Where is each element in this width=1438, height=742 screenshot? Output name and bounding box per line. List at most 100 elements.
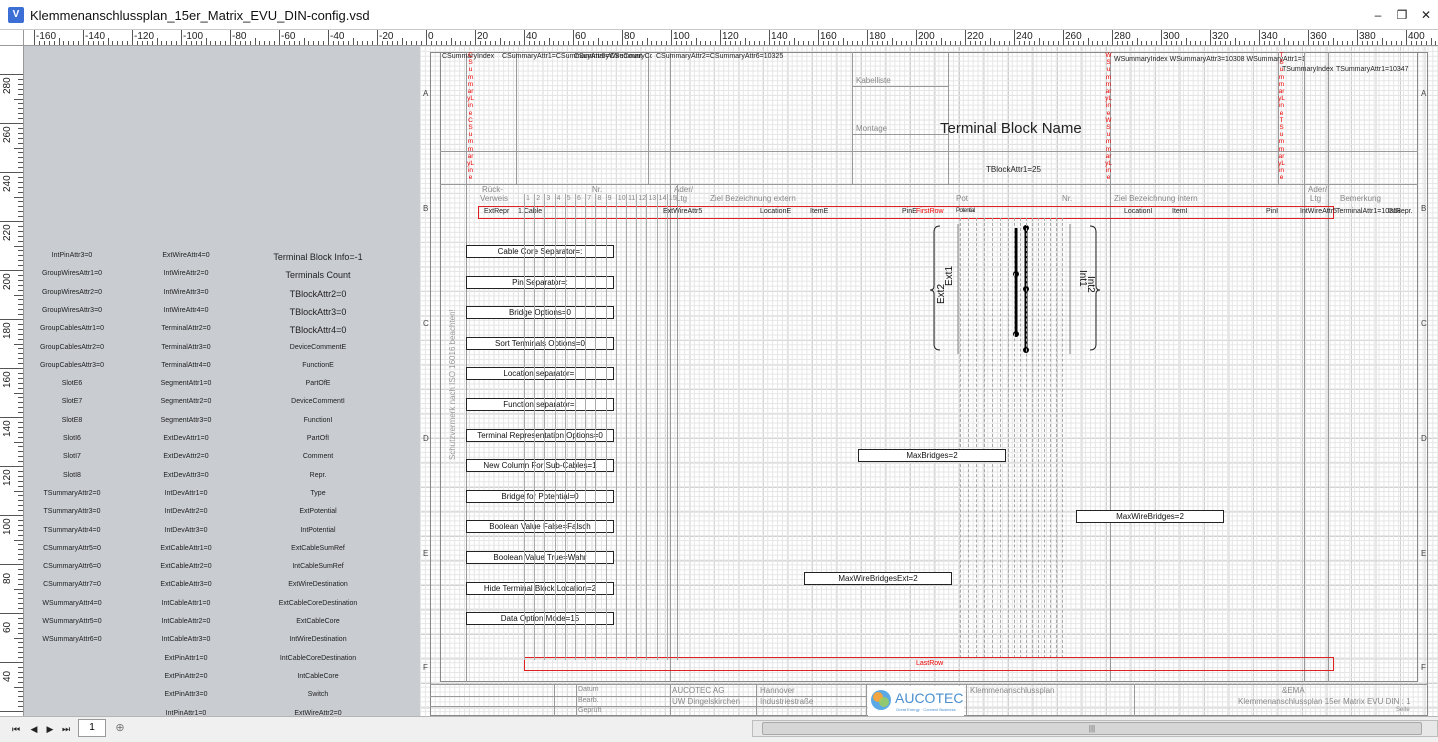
pasteboard-attr-mid-0[interactable]: ExtWireAttr4=0	[162, 252, 209, 259]
pasteboard-attr-left-8[interactable]: SlotE7	[62, 398, 83, 405]
pasteboard-attr-mid-14[interactable]: IntDevAttr2=0	[165, 508, 208, 515]
pasteboard-attr-mid-11[interactable]: ExtDevAttr2=0	[163, 453, 208, 460]
pasteboard-attr-mid-8[interactable]: SegmentAttr2=0	[161, 398, 212, 405]
pasteboard-attr-left-5[interactable]: GroupCablesAttr2=0	[40, 344, 104, 351]
pasteboard-attr-right-6[interactable]: FunctionE	[302, 362, 334, 369]
maximize-button[interactable]: ❐	[1390, 0, 1414, 30]
visio-app-icon[interactable]: V	[8, 7, 24, 23]
pasteboard-attr-mid-18[interactable]: ExtCableAttr3=0	[160, 581, 211, 588]
vertical-ruler[interactable]: 28026024022020018016014012010080604020	[0, 46, 24, 716]
option-box-3[interactable]: Sort Terminals Options=0	[466, 336, 614, 350]
pasteboard-attr-mid-12[interactable]: ExtDevAttr3=0	[163, 472, 208, 479]
pasteboard-attr-right-3[interactable]: TBlockAttr3=0	[290, 307, 347, 317]
pasteboard-attr-mid-21[interactable]: IntCableAttr3=0	[162, 636, 211, 643]
pasteboard-attr-right-9[interactable]: FunctionI	[304, 417, 333, 424]
pasteboard-attr-left-7[interactable]: SlotE6	[62, 380, 83, 387]
option-box-0[interactable]: Cable Core Separator=:	[466, 245, 614, 258]
pasteboard-attr-right-18[interactable]: ExtWireDestination	[288, 581, 348, 588]
pasteboard-attr-right-8[interactable]: DeviceCommentI	[291, 398, 345, 405]
pasteboard-attr-mid-23[interactable]: ExtPinAttr2=0	[165, 673, 208, 680]
close-button[interactable]: ✕	[1414, 0, 1438, 30]
pasteboard-attr-right-22[interactable]: IntCableCoreDestination	[280, 655, 356, 662]
pasteboard-attr-left-3[interactable]: GroupWiresAttr3=0	[42, 307, 102, 314]
pasteboard-attr-left-21[interactable]: WSummaryAttr6=0	[42, 636, 101, 643]
drawing-page[interactable]: A B C D E F A B C D E F CSummaryIndex CS…	[420, 46, 1438, 716]
pasteboard-attr-right-5[interactable]: DeviceCommentE	[290, 344, 346, 351]
pasteboard-attr-left-0[interactable]: IntPinAttr3=0	[52, 252, 93, 259]
pasteboard-attr-right-0[interactable]: Terminal Block Info=-1	[273, 252, 362, 262]
pasteboard-attr-right-21[interactable]: IntWireDestination	[289, 636, 346, 643]
pasteboard-attr-mid-3[interactable]: IntWireAttr4=0	[164, 307, 209, 314]
option-box-11[interactable]: Hide Terminal Block Location=2	[466, 581, 614, 595]
option-box-1[interactable]: Pin Separator=:	[466, 275, 614, 289]
pasteboard-attr-right-13[interactable]: Type	[310, 490, 325, 497]
last-page-icon[interactable]: ⏭	[60, 723, 72, 735]
option-box-7[interactable]: New Column For Sub-Cables=1	[466, 459, 614, 473]
page-tab-1[interactable]: 1	[78, 719, 106, 737]
pasteboard-attr-left-6[interactable]: GroupCablesAttr3=0	[40, 362, 104, 369]
pasteboard-attr-right-24[interactable]: Switch	[308, 691, 329, 698]
pasteboard-attr-right-10[interactable]: PartOfI	[307, 435, 329, 442]
pasteboard-attr-mid-6[interactable]: TerminalAttr4=0	[161, 362, 210, 369]
pasteboard-attr-mid-15[interactable]: IntDevAttr3=0	[165, 527, 208, 534]
pasteboard-attr-mid-5[interactable]: TerminalAttr3=0	[161, 344, 210, 351]
pasteboard-attr-mid-10[interactable]: ExtDevAttr1=0	[163, 435, 208, 442]
pasteboard-attr-right-2[interactable]: TBlockAttr2=0	[290, 289, 347, 299]
pasteboard-attr-left-18[interactable]: CSummaryAttr7=0	[43, 581, 101, 588]
pasteboard-attr-right-23[interactable]: IntCableCore	[297, 673, 338, 680]
horizontal-ruler[interactable]: -160 -140 -120 -100 -80 -60 -40 -20 0 20 40 60 80 100…	[24, 30, 1438, 46]
pasteboard-attr-right-12[interactable]: Repr.	[310, 472, 327, 479]
pasteboard-attr-left-16[interactable]: CSummaryAttr5=0	[43, 545, 101, 552]
pasteboard-attr-mid-20[interactable]: IntCableAttr2=0	[162, 618, 211, 625]
pasteboard-attr-left-20[interactable]: WSummaryAttr5=0	[42, 618, 101, 625]
option-box-8[interactable]: Bridge for Potential=0	[466, 489, 614, 503]
pasteboard-attr-left-13[interactable]: TSummaryAttr2=0	[44, 490, 101, 497]
prev-page-icon[interactable]: ◀	[28, 723, 40, 735]
insert-page-icon[interactable]: ⊕	[112, 721, 128, 735]
drawing-canvas[interactable]: IntPinAttr3=0 GroupWiresAttr1=0 GroupWires…	[24, 46, 1438, 716]
pasteboard-attr-mid-13[interactable]: IntDevAttr1=0	[165, 490, 208, 497]
pasteboard-attr-left-11[interactable]: SlotI7	[63, 453, 81, 460]
pasteboard-attr-right-4[interactable]: TBlockAttr4=0	[290, 325, 347, 335]
horizontal-scrollbar[interactable]: |||	[752, 720, 1438, 737]
pasteboard-attr-right-19[interactable]: ExtCableCoreDestination	[279, 600, 358, 607]
scrollbar-thumb[interactable]: |||	[762, 722, 1422, 735]
pasteboard-attr-mid-16[interactable]: ExtCableAttr1=0	[160, 545, 211, 552]
first-page-icon[interactable]: ⏮	[10, 723, 22, 735]
pasteboard-attr-right-15[interactable]: IntPotential	[300, 527, 335, 534]
max-wire-bridges-box[interactable]: MaxWireBridges=2	[1076, 510, 1224, 523]
pasteboard-attr-left-2[interactable]: GroupWiresAttr2=0	[42, 289, 102, 296]
option-box-5[interactable]: Function separator=:	[466, 398, 614, 411]
pasteboard-attr-left-14[interactable]: TSummaryAttr3=0	[44, 508, 101, 515]
option-box-9[interactable]: Boolean Value False=Falsch	[466, 520, 614, 534]
pasteboard-attr-mid-17[interactable]: ExtCableAttr2=0	[160, 563, 211, 570]
pasteboard-attr-left-12[interactable]: SlotI8	[63, 472, 81, 479]
max-wire-bridges-ext-box[interactable]: MaxWireBridgesExt=2	[804, 572, 952, 585]
pasteboard-attr-left-4[interactable]: GroupCablesAttr1=0	[40, 325, 104, 332]
pasteboard-attr-right-17[interactable]: IntCableSumRef	[292, 563, 343, 570]
pasteboard-attr-right-14[interactable]: ExtPotential	[299, 508, 336, 515]
minimize-button[interactable]: –	[1366, 0, 1390, 30]
pasteboard-attr-mid-24[interactable]: ExtPinAttr3=0	[165, 691, 208, 698]
pasteboard-attr-left-17[interactable]: CSummaryAttr6=0	[43, 563, 101, 570]
max-bridges-box[interactable]: MaxBridges=2	[858, 449, 1006, 462]
pasteboard-attr-left-10[interactable]: SlotI6	[63, 435, 81, 442]
pasteboard-attr-mid-1[interactable]: IntWireAttr2=0	[164, 270, 209, 277]
pasteboard-attr-mid-2[interactable]: IntWireAttr3=0	[164, 289, 209, 296]
option-box-4[interactable]: Location separator=:	[466, 367, 614, 381]
option-box-6[interactable]: Terminal Representation Options=0	[466, 428, 614, 442]
pasteboard-attr-mid-9[interactable]: SegmentAttr3=0	[161, 417, 212, 424]
pasteboard-attr-mid-4[interactable]: TerminalAttr2=0	[161, 325, 210, 332]
next-page-icon[interactable]: ▶	[44, 723, 56, 735]
pasteboard-attr-right-1[interactable]: Terminals Count	[285, 270, 350, 280]
pasteboard-attr-mid-7[interactable]: SegmentAttr1=0	[161, 380, 212, 387]
pasteboard-attr-right-20[interactable]: ExtCableCore	[296, 618, 340, 625]
pasteboard-attr-left-1[interactable]: GroupWiresAttr1=0	[42, 270, 102, 277]
pasteboard-attr-left-9[interactable]: SlotE8	[62, 417, 83, 424]
pasteboard-attr-mid-19[interactable]: IntCableAttr1=0	[162, 600, 211, 607]
option-box-12[interactable]: Data Option Mode=15	[466, 612, 614, 626]
pasteboard-attr-right-16[interactable]: ExtCableSumRef	[291, 545, 345, 552]
pasteboard-attr-left-19[interactable]: WSummaryAttr4=0	[42, 600, 101, 607]
option-box-2[interactable]: Bridge Options=0	[466, 306, 614, 320]
pasteboard-attr-mid-22[interactable]: ExtPinAttr1=0	[165, 655, 208, 662]
